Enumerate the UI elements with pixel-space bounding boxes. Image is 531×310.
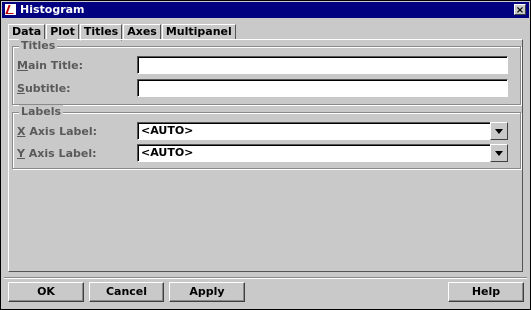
subtitle-field[interactable] (137, 79, 508, 97)
tab-data[interactable]: Data (8, 24, 46, 40)
tab-axes[interactable]: Axes (123, 24, 161, 40)
histogram-dialog: Histogram × Data Plot Titles Axes Multip… (0, 0, 531, 310)
tab-bar: Data Plot Titles Axes Multipanel (8, 24, 237, 41)
apply-button[interactable]: Apply (169, 282, 245, 302)
main-title-label: Main Title: (17, 59, 83, 72)
title-bar[interactable]: Histogram × (2, 2, 529, 18)
window-title: Histogram (20, 3, 85, 16)
x-axis-label-combo[interactable]: <AUTO> (137, 122, 491, 140)
cancel-button[interactable]: Cancel (89, 282, 164, 302)
help-button[interactable]: Help (448, 282, 524, 302)
y-axis-label-combo[interactable]: <AUTO> (137, 144, 491, 162)
button-separator (4, 277, 527, 279)
tab-panel: Titles Main Title: Subtitle: Labels X Ax… (8, 39, 523, 272)
tab-multipanel[interactable]: Multipanel (161, 24, 236, 40)
y-axis-label-label: Y Axis Label: (17, 147, 97, 160)
subtitle-label: Subtitle: (17, 82, 71, 95)
tab-plot[interactable]: Plot (46, 24, 79, 40)
labels-group-title: Labels (19, 105, 64, 118)
ok-button[interactable]: OK (8, 282, 84, 302)
chevron-down-icon (495, 151, 503, 156)
app-icon (5, 4, 16, 15)
titles-group-title: Titles (19, 39, 58, 52)
main-title-field[interactable] (137, 56, 508, 74)
close-icon[interactable]: × (514, 4, 526, 16)
chevron-down-icon (495, 129, 503, 134)
x-axis-label-label: X Axis Label: (17, 125, 98, 138)
x-axis-dropdown-button[interactable] (490, 122, 508, 140)
y-axis-dropdown-button[interactable] (490, 144, 508, 162)
